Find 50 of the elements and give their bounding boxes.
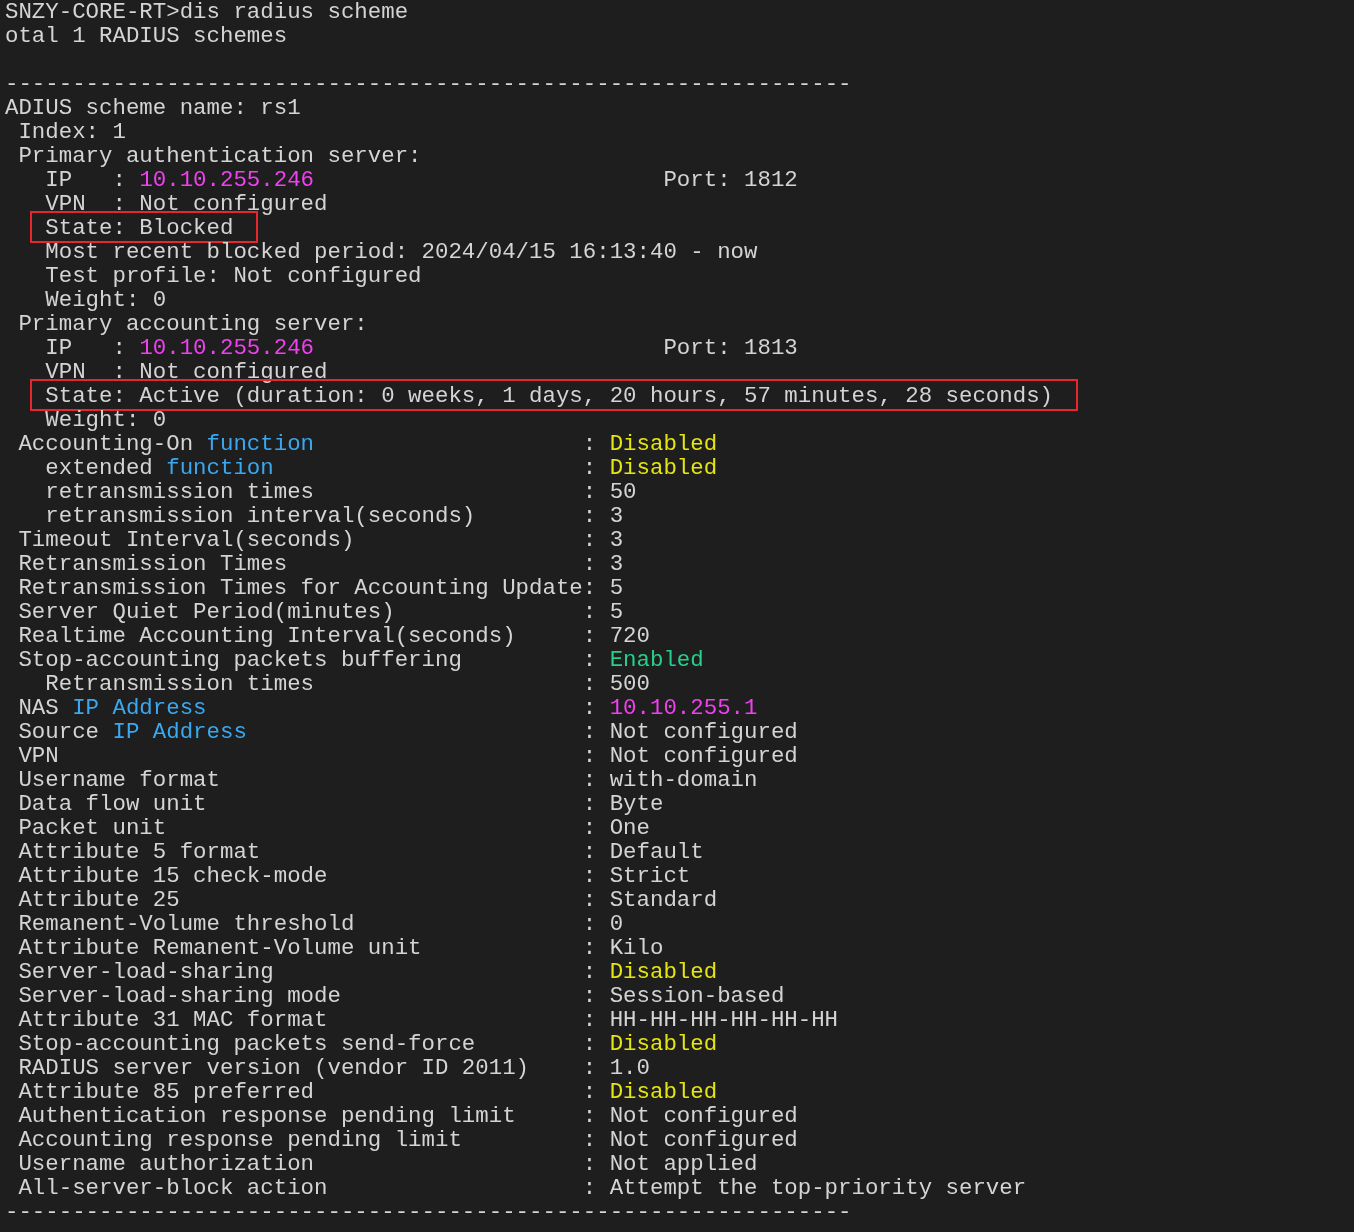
terminal-line: retransmission interval(seconds) : 3 bbox=[44, 504, 624, 528]
terminal-line: Attribute 15 check-mode : Strict bbox=[17, 864, 691, 888]
terminal-line: Attribute 85 preferred : Disabled bbox=[17, 1080, 718, 1104]
terminal-line: Server-load-sharing : Disabled bbox=[17, 960, 718, 984]
terminal-line: NAS IP Address : 10.10.255.1 bbox=[17, 696, 758, 720]
terminal-line: Retransmission Times : 3 bbox=[17, 552, 624, 576]
terminal-line: Timeout Interval(seconds) : 3 bbox=[17, 528, 624, 552]
terminal-line: SNZY-CORE-RT>dis radius scheme bbox=[5, 0, 409, 24]
terminal-line: Server-load-sharing mode : Session-based bbox=[17, 984, 785, 1008]
terminal-line: extended function : Disabled bbox=[44, 456, 718, 480]
terminal-line: Username authorization : Not applied bbox=[17, 1152, 758, 1176]
terminal-line: IP : 10.10.255.246 Port: 1812 bbox=[44, 168, 798, 192]
terminal-line: All-server-block action : Attempt the top-priority server bbox=[17, 1176, 1027, 1200]
terminal-line: Stop-accounting packets send-force : Disabled bbox=[17, 1032, 718, 1056]
terminal-line: Primary authentication server: bbox=[17, 144, 422, 168]
terminal-line: --------------------------------------------------------------- bbox=[5, 1200, 852, 1224]
terminal-line: Source IP Address : Not configured bbox=[17, 720, 798, 744]
terminal-line: State: Active (duration: 0 weeks, 1 days, 20 hours, 57 minutes, 28 seconds) bbox=[44, 384, 1054, 408]
terminal-line: Attribute Remanent-Volume unit : Kilo bbox=[17, 936, 664, 960]
terminal-line: otal 1 RADIUS schemes bbox=[5, 24, 288, 48]
terminal-line: Packet unit : One bbox=[17, 816, 650, 840]
terminal-line: Server Quiet Period(minutes) : 5 bbox=[17, 600, 624, 624]
terminal-line: Accounting response pending limit : Not configured bbox=[17, 1128, 798, 1152]
terminal-line: IP : 10.10.255.246 Port: 1813 bbox=[44, 336, 798, 360]
terminal-line: Attribute 31 MAC format : HH-HH-HH-HH-HH-HH bbox=[17, 1008, 839, 1032]
terminal-line: Accounting-On function : Disabled bbox=[17, 432, 718, 456]
terminal-line: Attribute 25 : Standard bbox=[17, 888, 718, 912]
terminal-line: retransmission times : 50 bbox=[44, 480, 637, 504]
terminal-line: Stop-accounting packets buffering : Enabled bbox=[17, 648, 704, 672]
terminal-line: State: Blocked bbox=[44, 216, 234, 240]
terminal-line: ADIUS scheme name: rs1 bbox=[5, 96, 301, 120]
terminal-line: Weight: 0 bbox=[44, 408, 167, 432]
terminal-line: Retransmission times : 500 bbox=[44, 672, 650, 696]
terminal-line: Most recent blocked period: 2024/04/15 16:13:40 - now bbox=[44, 240, 758, 264]
terminal-line: Primary accounting server: bbox=[17, 312, 368, 336]
terminal-line: Test profile: Not configured bbox=[44, 264, 422, 288]
terminal-line: RADIUS server version (vendor ID 2011) : 1.0 bbox=[17, 1056, 650, 1080]
terminal-line: Attribute 5 format : Default bbox=[17, 840, 704, 864]
terminal-line: Data flow unit : Byte bbox=[17, 792, 664, 816]
terminal-line: --------------------------------------------------------------- bbox=[5, 72, 852, 96]
terminal-line: VPN : Not configured bbox=[17, 744, 798, 768]
terminal-line: Authentication response pending limit : Not configured bbox=[17, 1104, 798, 1128]
terminal-line: Username format : with-domain bbox=[17, 768, 758, 792]
terminal-line: Realtime Accounting Interval(seconds) : 720 bbox=[17, 624, 650, 648]
terminal-line: VPN : Not configured bbox=[44, 360, 328, 384]
terminal-line: Weight: 0 bbox=[44, 288, 167, 312]
terminal-line: Index: 1 bbox=[17, 120, 126, 144]
terminal-line: Retransmission Times for Accounting Update: 5 bbox=[17, 576, 624, 600]
terminal-line: VPN : Not configured bbox=[44, 192, 328, 216]
terminal-line: Remanent-Volume threshold : 0 bbox=[17, 912, 624, 936]
